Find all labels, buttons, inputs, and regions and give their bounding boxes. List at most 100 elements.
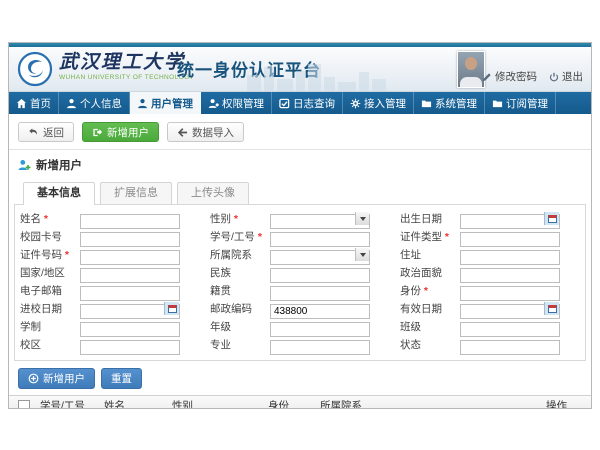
chevron-down-icon[interactable] [355,248,369,261]
field-label: 校园卡号 [20,229,80,244]
basic-info-form: 姓名 * 性别 * 出生日期 校园卡号 学号/工号 * 证件类型 * [14,204,586,361]
field-label: 状态 [400,337,460,352]
name-input[interactable] [80,214,180,229]
field-grade: 年级 [210,319,390,334]
email-input[interactable] [80,286,180,301]
field-label: 民族 [210,265,270,280]
grade-input[interactable] [270,322,370,337]
header-links: 修改密码 退出 [482,69,583,84]
form-actions: 新增用户 重置 [18,368,582,389]
postal-code-input[interactable] [270,304,370,319]
id-number-input[interactable] [80,250,180,265]
field-ethnicity: 民族 [210,265,390,280]
reset-button[interactable]: 重置 [101,368,142,389]
field-campus: 校区 [20,337,200,352]
nav-item-personal-info[interactable]: 个人信息 [59,92,130,114]
person-icon [137,98,148,109]
field-id-type: 证件类型 * [400,229,580,244]
field-label: 学制 [20,319,80,334]
campus-input[interactable] [80,340,180,355]
nav-item-system-management[interactable]: 系统管理 [414,92,485,114]
select-all-checkbox[interactable] [18,400,30,410]
field-label: 性别 * [210,211,270,226]
field-country-region: 国家/地区 [20,265,200,280]
table-header-row: 学号/工号 姓名 性别 身份 所属院系 操作 [9,395,591,409]
permission-icon [208,98,219,109]
university-name-en: WUHAN UNIVERSITY OF TECHNOLOGY [59,75,194,82]
add-user-toolbar-button[interactable]: 新增用户 [82,122,159,142]
header: 武汉理工大学 WUHAN UNIVERSITY OF TECHNOLOGY 统一… [9,47,591,92]
id-type-input[interactable] [460,232,560,247]
university-logo-icon [17,51,53,92]
identity-input[interactable] [460,286,560,301]
nav-item-log-query[interactable]: 日志查询 [272,92,343,114]
col-student-id: 学号/工号 [40,398,104,409]
calendar-icon[interactable] [164,302,179,315]
nav-item-user-management[interactable]: 用户管理 [130,92,201,114]
field-department: 所属院系 [210,247,390,262]
calendar-icon[interactable] [544,212,559,225]
toolbar: 返回 新增用户 数据导入 [9,114,591,150]
user-table: 学号/工号 姓名 性别 身份 所属院系 操作 [9,395,591,409]
export-icon [92,127,103,138]
field-label: 籍贯 [210,283,270,298]
user-avatar[interactable] [457,51,485,88]
field-label: 姓名 * [20,211,80,226]
field-enroll-date: 进校日期 [20,301,200,316]
field-label: 证件类型 * [400,229,460,244]
field-gender: 性别 * [210,211,390,226]
nav-item-permission-management[interactable]: 权限管理 [201,92,272,114]
address-input[interactable] [460,250,560,265]
native-place-input[interactable] [270,286,370,301]
tab-upload-avatar[interactable]: 上传头像 [177,182,249,204]
field-class: 班级 [400,319,580,334]
student-id-input[interactable] [270,232,370,247]
field-label: 进校日期 [20,301,80,316]
col-identity: 身份 [268,398,320,409]
field-label: 专业 [210,337,270,352]
field-label: 证件号码 * [20,247,80,262]
field-label: 校区 [20,337,80,352]
ethnicity-input[interactable] [270,268,370,283]
back-button[interactable]: 返回 [18,122,74,142]
political-status-input[interactable] [460,268,560,283]
nav-item-home[interactable]: 首页 [9,92,59,114]
gear-icon [350,98,361,109]
field-label: 出生日期 [400,211,460,226]
main-nav: 首页 个人信息 用户管理 权限管理 日志查询 接入管理 系统管理 订阅管理 [9,92,591,114]
field-birth-date: 出生日期 [400,211,580,226]
campus-card-input[interactable] [80,232,180,247]
field-schooling-length: 学制 [20,319,200,334]
field-label: 班级 [400,319,460,334]
country-region-input[interactable] [80,268,180,283]
status-input[interactable] [460,340,560,355]
field-id-number: 证件号码 * [20,247,200,262]
field-address: 住址 [400,247,580,262]
field-label: 所属院系 [210,247,270,262]
app-window: 武汉理工大学 WUHAN UNIVERSITY OF TECHNOLOGY 统一… [8,42,592,409]
section-title: 新增用户 [36,157,82,173]
data-import-button[interactable]: 数据导入 [167,122,244,142]
tab-basic-info[interactable]: 基本信息 [23,182,95,205]
folder-icon [421,98,432,109]
change-password-link[interactable]: 修改密码 [482,69,537,84]
field-campus-card: 校园卡号 [20,229,200,244]
logout-link[interactable]: 退出 [549,69,583,84]
field-valid-date: 有效日期 [400,301,580,316]
schooling-length-input[interactable] [80,322,180,337]
nav-item-subscription-management[interactable]: 订阅管理 [485,92,556,114]
section-header: 新增用户 [9,150,591,178]
tab-extended-info[interactable]: 扩展信息 [100,182,172,204]
add-user-submit-button[interactable]: 新增用户 [18,368,95,389]
calendar-icon[interactable] [544,302,559,315]
chevron-down-icon[interactable] [355,212,369,225]
nav-item-access-management[interactable]: 接入管理 [343,92,414,114]
field-label: 学号/工号 * [210,229,270,244]
home-icon [16,98,27,109]
city-skyline [247,61,386,91]
field-label: 年级 [210,319,270,334]
plus-circle-icon [28,373,39,384]
major-input[interactable] [270,340,370,355]
class-input[interactable] [460,322,560,337]
field-student-id: 学号/工号 * [210,229,390,244]
